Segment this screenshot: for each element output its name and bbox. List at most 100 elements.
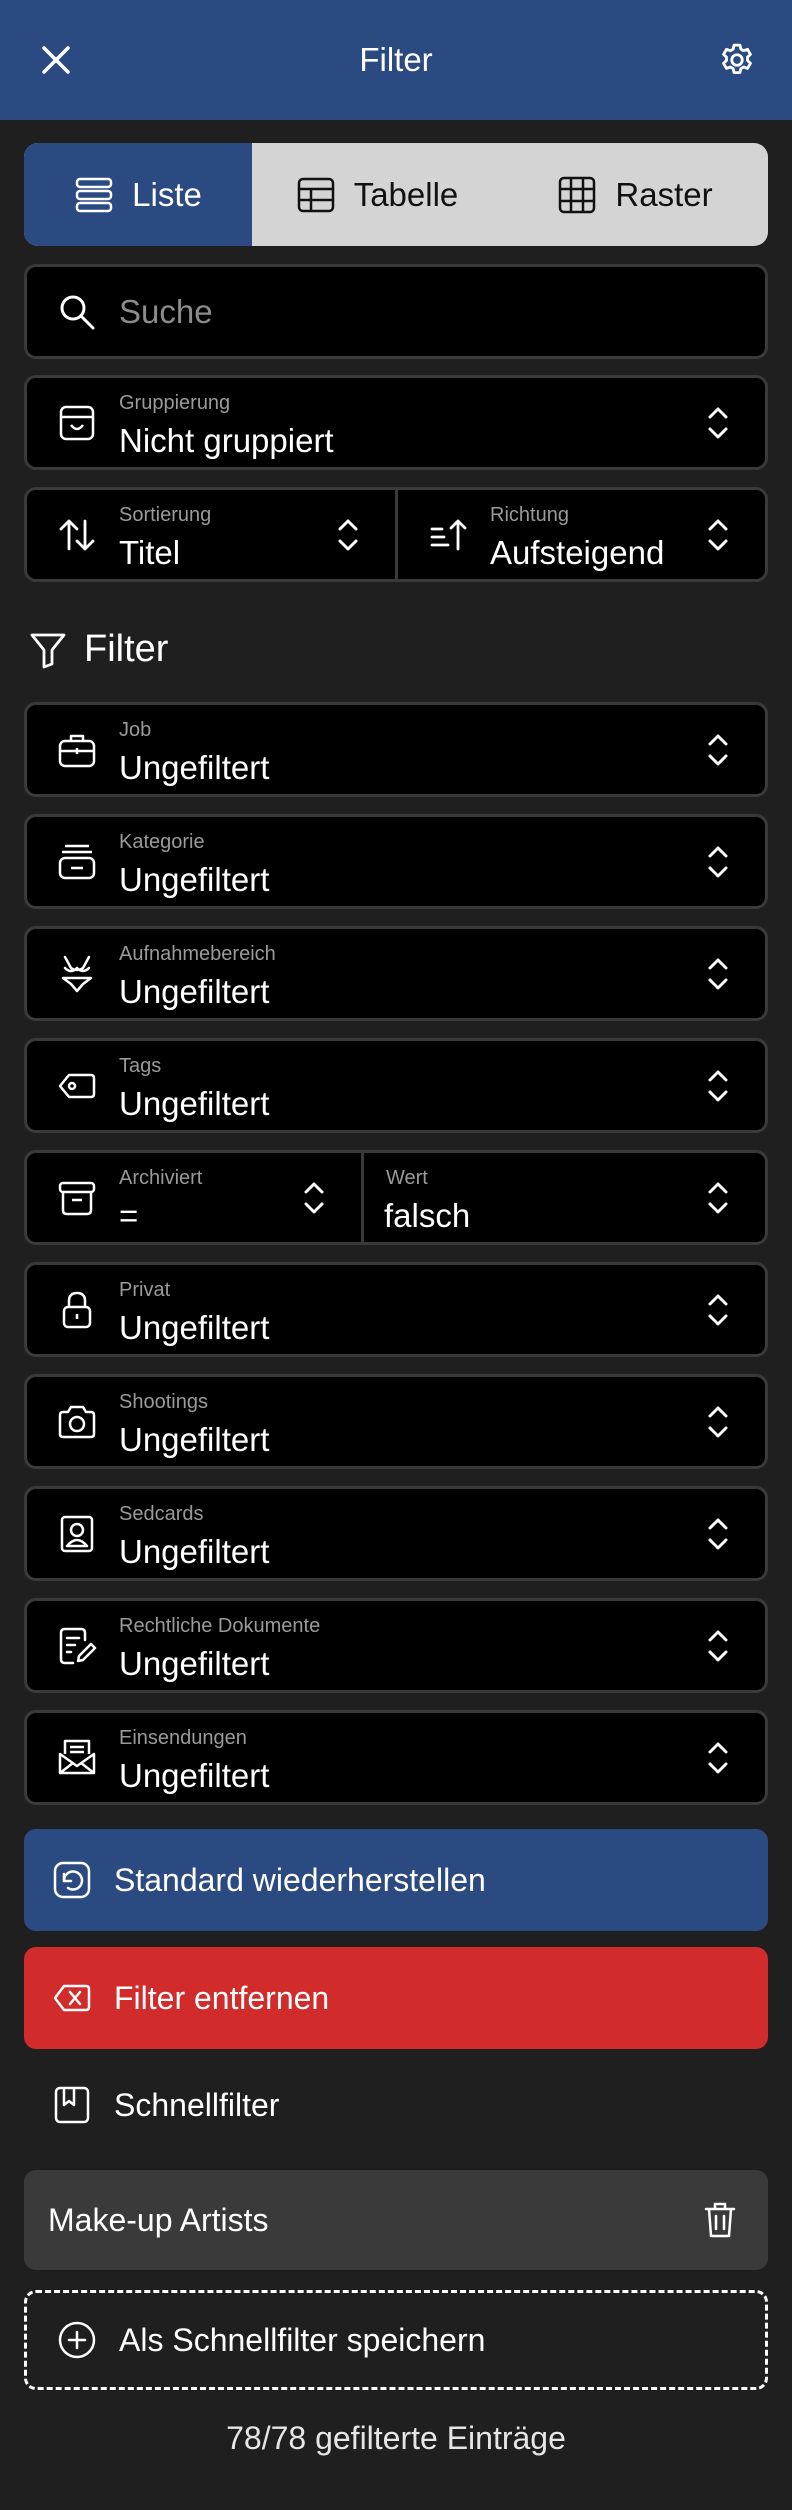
direction-value: Aufsteigend [490, 534, 665, 571]
document-edit-icon [55, 1624, 99, 1668]
filter-rechtliche-dokumente[interactable]: Rechtliche Dokumente Ungefiltert [24, 1598, 768, 1693]
filter-section-label: Filter [84, 628, 169, 670]
filter-einsendungen-label: Einsendungen [119, 1727, 247, 1749]
chevron-up-down-icon [299, 1176, 329, 1220]
sorting-select[interactable]: Sortierung Titel [27, 490, 395, 579]
quickfilter-label: Schnellfilter [114, 2086, 280, 2123]
chevron-up-down-icon [703, 401, 733, 445]
chevron-up-down-icon [703, 1512, 733, 1556]
chevron-up-down-icon [703, 1176, 733, 1220]
view-mode-grid[interactable]: Raster [502, 143, 768, 246]
chevron-up-down-icon [703, 952, 733, 996]
grouping-label: Gruppierung [119, 392, 231, 414]
settings-button[interactable] [712, 35, 762, 85]
sorting-label: Sortierung [119, 504, 212, 526]
filter-sedcards-label: Sedcards [119, 1503, 204, 1525]
category-drawer-icon [55, 840, 99, 884]
filter-wert[interactable]: Wert falsch [364, 1153, 765, 1242]
filter-privat-label: Privat [119, 1279, 171, 1301]
save-quickfilter-button[interactable]: Als Schnellfilter speichern [24, 2290, 768, 2390]
view-mode-table[interactable]: Tabelle [252, 143, 502, 246]
briefcase-icon [55, 728, 99, 772]
bikini-icon [55, 952, 99, 996]
remove-filter-label: Filter entfernen [114, 1979, 330, 2016]
filter-privat[interactable]: Privat Ungefiltert [24, 1262, 768, 1357]
search-input[interactable]: Suche [119, 293, 213, 331]
filter-tags[interactable]: Tags Ungefiltert [24, 1038, 768, 1133]
direction-select[interactable]: Richtung Aufsteigend [398, 490, 765, 579]
tag-icon [55, 1064, 99, 1108]
filter-archiviert-value: = [119, 1197, 139, 1234]
save-quickfilter-label: Als Schnellfilter speichern [119, 2321, 486, 2358]
filter-rechtliche-dokumente-value: Ungefiltert [119, 1645, 270, 1682]
chevron-up-down-icon [703, 1624, 733, 1668]
filter-section-title: Filter [28, 628, 168, 671]
search-field[interactable]: Suche [24, 264, 768, 359]
filter-archiviert[interactable]: Archiviert = [27, 1153, 361, 1242]
close-icon [42, 46, 70, 74]
filter-tags-label: Tags [119, 1055, 162, 1077]
filter-shootings[interactable]: Shootings Ungefiltert [24, 1374, 768, 1469]
search-icon [55, 290, 99, 334]
filtered-count: 78/78 gefilterte Einträge [226, 2420, 566, 2456]
filter-kategorie[interactable]: Kategorie Ungefiltert [24, 814, 768, 909]
view-mode-list[interactable]: Liste [24, 143, 252, 246]
sort-arrows-icon [55, 513, 99, 557]
view-mode-list-label: Liste [132, 175, 202, 213]
grouping-select[interactable]: Gruppierung Nicht gruppiert [24, 375, 768, 470]
filter-shootings-value: Ungefiltert [119, 1421, 270, 1458]
bookmark-card-icon [54, 2086, 90, 2124]
grouping-value: Nicht gruppiert [119, 422, 334, 459]
direction-label: Richtung [490, 504, 569, 526]
chevron-up-down-icon [703, 1288, 733, 1332]
table-icon [297, 177, 334, 212]
gear-icon [722, 43, 752, 74]
filter-job[interactable]: Job Ungefiltert [24, 702, 768, 797]
chevron-up-down-icon [703, 513, 733, 557]
sorting-value: Titel [119, 534, 181, 571]
quickfilter-preset[interactable]: Make-up Artists [24, 2170, 768, 2270]
restore-defaults-button[interactable]: Standard wiederherstellen [24, 1829, 768, 1931]
chevron-up-down-icon [333, 513, 363, 557]
filter-aufnahmebereich-value: Ungefiltert [119, 973, 270, 1010]
remove-filter-button[interactable]: Filter entfernen [24, 1947, 768, 2049]
view-mode-selector: Liste Tabelle Raster [24, 143, 768, 246]
filter-sedcards[interactable]: Sedcards Ungefiltert [24, 1486, 768, 1581]
lock-icon [55, 1288, 99, 1332]
chevron-up-down-icon [703, 1064, 733, 1108]
list-icon [75, 177, 113, 212]
filter-privat-value: Ungefiltert [119, 1309, 270, 1346]
archive-box-icon [55, 1176, 99, 1220]
portrait-card-icon [55, 1512, 99, 1556]
archive-row: Archiviert = Wert falsch [24, 1150, 768, 1245]
filter-shootings-label: Shootings [119, 1391, 208, 1413]
sort-row: Sortierung Titel Richtung Aufsteigend [24, 487, 768, 582]
chevron-up-down-icon [703, 728, 733, 772]
filter-einsendungen[interactable]: Einsendungen Ungefiltert [24, 1710, 768, 1805]
chevron-up-down-icon [703, 1400, 733, 1444]
filter-kategorie-value: Ungefiltert [119, 861, 270, 898]
filter-tags-value: Ungefiltert [119, 1085, 270, 1122]
filter-archiviert-label: Archiviert [119, 1167, 203, 1189]
delete-preset-button[interactable] [700, 2198, 740, 2242]
filter-wert-value: falsch [384, 1197, 471, 1234]
filter-aufnahmebereich[interactable]: Aufnahmebereich Ungefiltert [24, 926, 768, 1021]
grid-icon [559, 176, 596, 213]
trash-icon [704, 2202, 736, 2238]
chevron-up-down-icon [703, 1736, 733, 1780]
restore-icon [53, 1861, 91, 1899]
header-bar: Filter [0, 0, 792, 120]
inbox-icon [55, 401, 99, 445]
view-mode-table-label: Tabelle [353, 175, 459, 213]
plus-circle-icon [58, 2321, 96, 2359]
sort-ascending-icon [426, 513, 470, 557]
funnel-icon [30, 633, 66, 668]
close-button[interactable] [32, 36, 80, 84]
filter-job-label: Job [119, 719, 152, 741]
chevron-up-down-icon [703, 840, 733, 884]
filter-kategorie-label: Kategorie [119, 831, 205, 853]
filter-aufnahmebereich-label: Aufnahmebereich [119, 943, 276, 965]
filter-einsendungen-value: Ungefiltert [119, 1757, 270, 1794]
page-title: Filter [359, 41, 433, 78]
restore-defaults-label: Standard wiederherstellen [114, 1861, 486, 1898]
